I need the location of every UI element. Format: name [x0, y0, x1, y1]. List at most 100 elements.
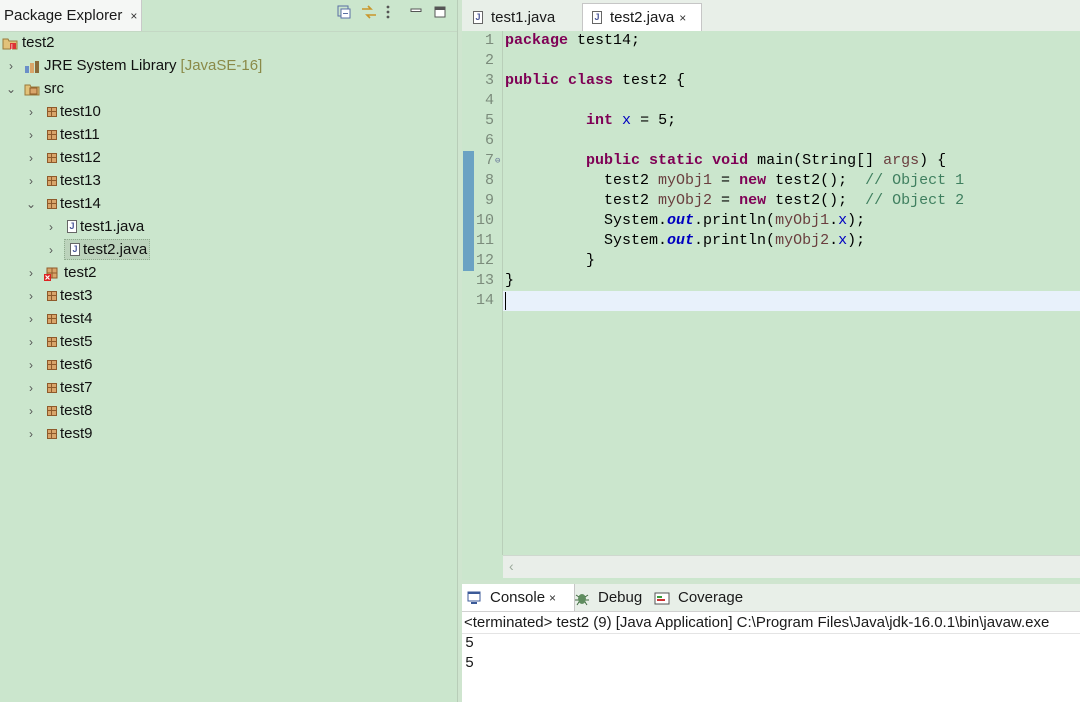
code-line: System.out.println(myObj1.x); [505, 212, 866, 229]
line-number: 1 [484, 32, 494, 49]
scroll-left-icon[interactable]: ‹ [509, 558, 514, 574]
chevron-right-icon[interactable]: › [24, 151, 38, 165]
tree-item-file-test2[interactable]: › J test2.java [44, 239, 151, 260]
view-toolbar [337, 5, 447, 19]
tree-item-package[interactable]: › test8 [24, 400, 93, 421]
code-line: public static void main(String[] args) { [586, 152, 947, 169]
chevron-right-icon[interactable]: › [4, 59, 18, 73]
console-status-line: <terminated> test2 (9) [Java Application… [462, 612, 1080, 634]
chevron-right-icon[interactable]: › [24, 105, 38, 119]
code-line: } [505, 252, 596, 269]
fold-collapse-icon[interactable]: ⊖ [495, 151, 500, 171]
chevron-right-icon[interactable]: › [44, 243, 58, 257]
chevron-right-icon[interactable]: › [24, 128, 38, 142]
line-number: 9 [484, 192, 494, 209]
console-icon [466, 590, 482, 606]
line-number: 7 [484, 152, 494, 169]
line-number: 8 [484, 172, 494, 189]
code-line: public class test2 { [505, 72, 686, 89]
package-explorer-header: Package Explorer × [0, 0, 457, 32]
tab-debug[interactable]: Debug [570, 584, 646, 611]
coverage-icon [654, 590, 670, 606]
tree-item-package-test2[interactable]: › test2 [24, 262, 97, 283]
package-explorer-title: Package Explorer [4, 7, 123, 24]
collapse-all-icon[interactable] [337, 5, 351, 19]
package-icon [47, 405, 57, 416]
close-icon[interactable]: × [679, 11, 686, 25]
line-number: 13 [475, 272, 494, 289]
code-line: package test14; [505, 32, 641, 49]
tab-test1-java[interactable]: J test1.java [464, 3, 580, 31]
tree-item-package[interactable]: › test4 [24, 308, 93, 329]
line-number: 4 [484, 92, 494, 109]
minimize-icon[interactable] [409, 5, 423, 19]
overview-ruler [462, 31, 474, 555]
chevron-right-icon[interactable]: › [24, 427, 38, 441]
library-icon [24, 58, 40, 74]
chevron-right-icon[interactable]: › [24, 335, 38, 349]
view-menu-icon[interactable] [385, 5, 399, 19]
editor-tab-bar: J test1.java J test2.java × [462, 0, 1080, 32]
link-with-editor-icon[interactable] [361, 5, 376, 19]
tree-item-package[interactable]: › test6 [24, 354, 93, 375]
chevron-down-icon[interactable]: ⌄ [24, 197, 38, 211]
tree-item-package[interactable]: › test9 [24, 423, 93, 444]
tree-item-package[interactable]: › test11 [24, 124, 100, 145]
package-icon [47, 428, 57, 439]
chevron-right-icon[interactable]: › [24, 289, 38, 303]
chevron-right-icon[interactable]: › [24, 174, 38, 188]
tree-item-package[interactable]: › test3 [24, 285, 93, 306]
chevron-right-icon[interactable]: › [24, 404, 38, 418]
java-file-icon: J [67, 220, 77, 233]
console-tab-bar: Console × Debug Coverage [462, 584, 1080, 612]
package-icon [47, 359, 57, 370]
code-text-area[interactable]: package test14; public class test2 { int… [503, 31, 1080, 555]
line-number: 6 [484, 132, 494, 149]
package-error-icon [44, 265, 60, 281]
chevron-right-icon[interactable]: › [24, 381, 38, 395]
tree-item-package[interactable]: › test12 [24, 147, 101, 168]
chevron-right-icon[interactable]: › [44, 220, 58, 234]
close-icon[interactable]: × [549, 591, 556, 605]
package-icon [47, 152, 57, 163]
code-line: test2 myObj1 = new test2(); // Object 1 [505, 172, 965, 189]
selected-item[interactable]: J test2.java [64, 239, 151, 260]
chevron-right-icon[interactable]: › [24, 312, 38, 326]
close-icon[interactable]: × [130, 9, 137, 23]
tab-coverage[interactable]: Coverage [650, 584, 747, 611]
chevron-right-icon[interactable]: › [24, 266, 38, 280]
tree-item-package[interactable]: › test13 [24, 170, 101, 191]
project-icon: J [2, 35, 18, 51]
tree-item-package[interactable]: › test5 [24, 331, 93, 352]
tab-test2-java[interactable]: J test2.java × [582, 3, 702, 31]
code-line: test2 myObj2 = new test2(); // Object 2 [505, 192, 965, 209]
package-icon [47, 336, 57, 347]
tree-item-package-test14[interactable]: ⌄ test14 [24, 193, 101, 214]
package-icon [47, 198, 57, 209]
line-number: 2 [484, 52, 494, 69]
package-explorer-view: Package Explorer × J test2 › JRE System … [0, 0, 458, 702]
java-file-icon: J [592, 11, 602, 24]
package-icon [47, 313, 57, 324]
svg-text:J: J [10, 43, 13, 50]
tree-item-package[interactable]: › test7 [24, 377, 93, 398]
tab-console[interactable]: Console × [462, 584, 575, 611]
tree-item-project-test2[interactable]: J test2 [2, 32, 55, 53]
line-number: 11 [475, 232, 494, 249]
tree-item-package[interactable]: › test10 [24, 101, 101, 122]
tree-item-src[interactable]: ⌄ src [4, 78, 64, 99]
chevron-right-icon[interactable]: › [24, 358, 38, 372]
package-explorer-tab[interactable]: Package Explorer × [0, 0, 143, 31]
chevron-down-icon[interactable]: ⌄ [4, 82, 18, 96]
java-file-icon: J [473, 10, 483, 24]
line-number: 3 [484, 72, 494, 89]
line-number: 14 [475, 292, 494, 309]
text-caret [505, 292, 506, 310]
horizontal-scrollbar[interactable]: ‹ [503, 555, 1080, 578]
tree-item-jre-library[interactable]: › JRE System Library [JavaSE-16] [4, 55, 262, 76]
package-icon [47, 175, 57, 186]
change-marker [463, 151, 474, 271]
tree-item-file-test1[interactable]: › J test1.java [44, 216, 144, 237]
package-icon [47, 106, 57, 117]
maximize-icon[interactable] [433, 5, 447, 19]
